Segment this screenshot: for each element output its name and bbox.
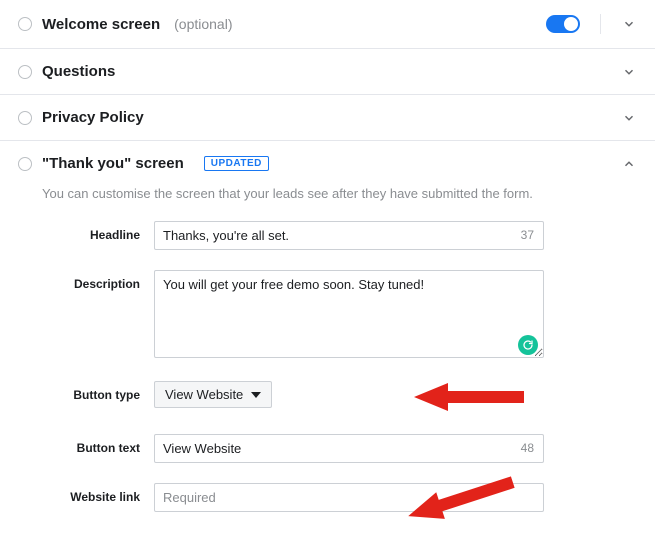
- section-header-welcome[interactable]: Welcome screen (optional): [18, 14, 637, 34]
- button-type-label: Button type: [42, 381, 154, 402]
- caret-down-icon: [251, 390, 261, 400]
- chevron-down-icon[interactable]: [621, 16, 637, 32]
- chevron-down-icon[interactable]: [621, 110, 637, 126]
- description-textarea[interactable]: [154, 270, 544, 358]
- radio-icon: [18, 111, 32, 125]
- button-text-label: Button text: [42, 434, 154, 455]
- radio-icon: [18, 157, 32, 171]
- grammarly-icon[interactable]: [518, 335, 538, 355]
- section-title: Questions: [42, 63, 115, 80]
- headline-input[interactable]: [154, 221, 544, 250]
- optional-label: (optional): [174, 16, 232, 32]
- chevron-down-icon[interactable]: [621, 64, 637, 80]
- section-title: Welcome screen: [42, 16, 160, 33]
- section-header-privacy[interactable]: Privacy Policy: [18, 109, 637, 126]
- website-link-label: Website link: [42, 483, 154, 504]
- divider: [600, 14, 601, 34]
- section-header-thankyou[interactable]: "Thank you" screen UPDATED: [18, 155, 637, 172]
- updated-badge: UPDATED: [204, 156, 269, 171]
- section-description: You can customise the screen that your l…: [42, 186, 637, 201]
- welcome-toggle[interactable]: [546, 15, 580, 33]
- description-label: Description: [42, 270, 154, 291]
- section-title: "Thank you" screen: [42, 155, 184, 172]
- button-text-input[interactable]: [154, 434, 544, 463]
- headline-label: Headline: [42, 221, 154, 242]
- section-title: Privacy Policy: [42, 109, 144, 126]
- radio-icon: [18, 17, 32, 31]
- headline-char-count: 37: [521, 228, 534, 242]
- website-link-input[interactable]: [154, 483, 544, 512]
- button-text-char-count: 48: [521, 441, 534, 455]
- annotation-arrow-icon: [414, 379, 524, 418]
- button-type-selected: View Website: [165, 387, 243, 402]
- button-type-dropdown[interactable]: View Website: [154, 381, 272, 408]
- section-header-questions[interactable]: Questions: [18, 63, 637, 80]
- radio-icon: [18, 65, 32, 79]
- chevron-up-icon[interactable]: [621, 156, 637, 172]
